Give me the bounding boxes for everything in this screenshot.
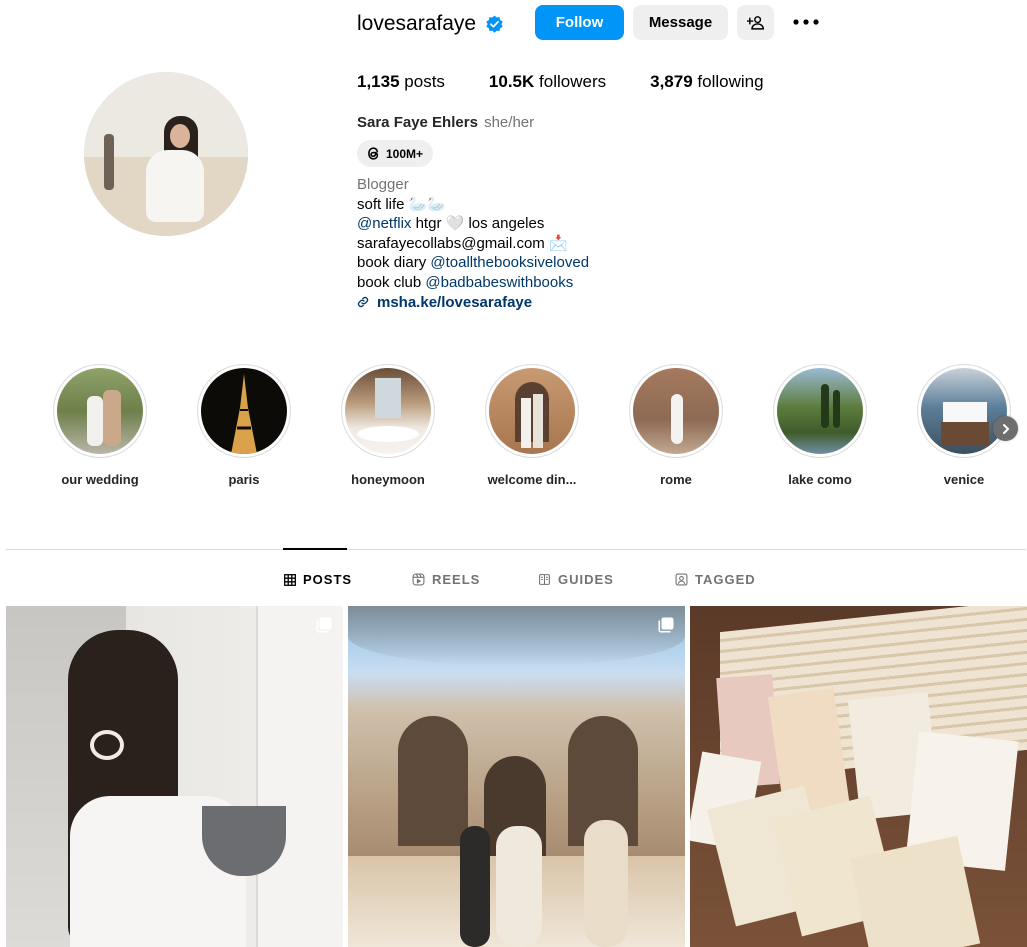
highlight-cover	[489, 368, 575, 454]
profile-full-name: Sara Faye Ehlers she/her	[357, 114, 535, 131]
highlight-cover	[633, 368, 719, 454]
verified-badge-icon	[486, 15, 503, 33]
profile-avatar[interactable]	[84, 72, 248, 236]
following-count-stat[interactable]: 3,879 following	[650, 72, 763, 92]
profile-pronouns: she/her	[484, 114, 535, 131]
tagged-icon	[675, 573, 688, 586]
highlight-label: welcome din...	[487, 472, 577, 487]
highlight-honeymoon[interactable]: honeymoon	[318, 364, 458, 487]
bio-line: @netflix htgr 🤍 los angeles	[357, 215, 545, 233]
mention-link[interactable]: @toallthebooksiveloved	[430, 254, 589, 271]
highlight-rome[interactable]: rome	[606, 364, 746, 487]
story-highlights: our wedding paris honeymoon welcome din.…	[0, 364, 1027, 494]
profile-username: lovesarafaye	[357, 12, 477, 35]
follow-button[interactable]: Follow	[535, 5, 624, 40]
add-person-icon	[747, 16, 764, 30]
profile-stats: 1,135 posts 10.5K followers 3,879 follow…	[357, 72, 808, 92]
highlight-label: venice	[943, 472, 985, 487]
profile-bio: Blogger soft life 🦢🦢 @netflix htgr 🤍 los…	[357, 175, 589, 312]
post-thumbnail[interactable]	[6, 606, 343, 947]
threads-badge[interactable]: 100M+	[357, 140, 434, 167]
highlight-label: lake como	[788, 472, 852, 487]
bio-line: soft life 🦢🦢	[357, 195, 447, 213]
threads-icon	[368, 147, 379, 160]
active-tab-indicator	[283, 548, 347, 550]
threads-follower-count: 100M+	[386, 146, 424, 161]
profile-category: Blogger	[357, 176, 409, 193]
highlight-paris[interactable]: paris	[174, 364, 314, 487]
bio-line: book diary @toallthebooksiveloved	[357, 254, 590, 272]
posts-count-stat: 1,135 posts	[357, 72, 445, 91]
bio-email: sarafayecollabs@gmail.com 📩	[357, 234, 568, 252]
profile-external-link[interactable]: msha.ke/lovesarafaye	[357, 293, 589, 313]
guides-icon	[539, 574, 550, 585]
highlight-cover	[201, 368, 287, 454]
chevron-right-icon	[1002, 423, 1009, 434]
message-button[interactable]: Message	[633, 5, 728, 40]
tabs-divider	[6, 549, 1026, 550]
highlight-lake-como[interactable]: lake como	[750, 364, 890, 487]
mention-link[interactable]: @badbabeswithbooks	[425, 274, 573, 291]
post-thumbnail[interactable]	[690, 606, 1027, 947]
tab-tagged[interactable]: TAGGED	[675, 572, 756, 587]
highlight-our-wedding[interactable]: our wedding	[30, 364, 170, 487]
carousel-icon	[316, 617, 332, 633]
bio-line: book club @badbabeswithbooks	[357, 273, 574, 291]
carousel-icon	[658, 617, 674, 633]
tab-guides[interactable]: GUIDES	[538, 572, 614, 587]
highlights-next-button[interactable]	[993, 416, 1018, 441]
highlight-cover	[345, 368, 431, 454]
highlight-label: our wedding	[61, 472, 139, 487]
suggest-similar-button[interactable]	[737, 5, 774, 40]
link-icon	[357, 297, 369, 308]
highlight-label: honeymoon	[351, 472, 425, 487]
more-options-icon[interactable]	[791, 10, 821, 34]
mention-link[interactable]: @netflix	[357, 215, 411, 232]
tab-reels[interactable]: REELS	[412, 572, 480, 587]
post-thumbnail[interactable]	[348, 606, 685, 947]
highlight-label: paris	[228, 472, 260, 487]
tab-posts[interactable]: POSTS	[284, 572, 352, 587]
highlight-cover	[777, 368, 863, 454]
highlight-label: rome	[660, 472, 692, 487]
highlight-cover	[921, 368, 1007, 454]
highlight-welcome-dinner[interactable]: welcome din...	[462, 364, 602, 487]
highlight-cover	[57, 368, 143, 454]
reels-icon	[412, 573, 425, 586]
followers-count-stat[interactable]: 10.5K followers	[489, 72, 606, 92]
grid-icon	[284, 573, 296, 586]
